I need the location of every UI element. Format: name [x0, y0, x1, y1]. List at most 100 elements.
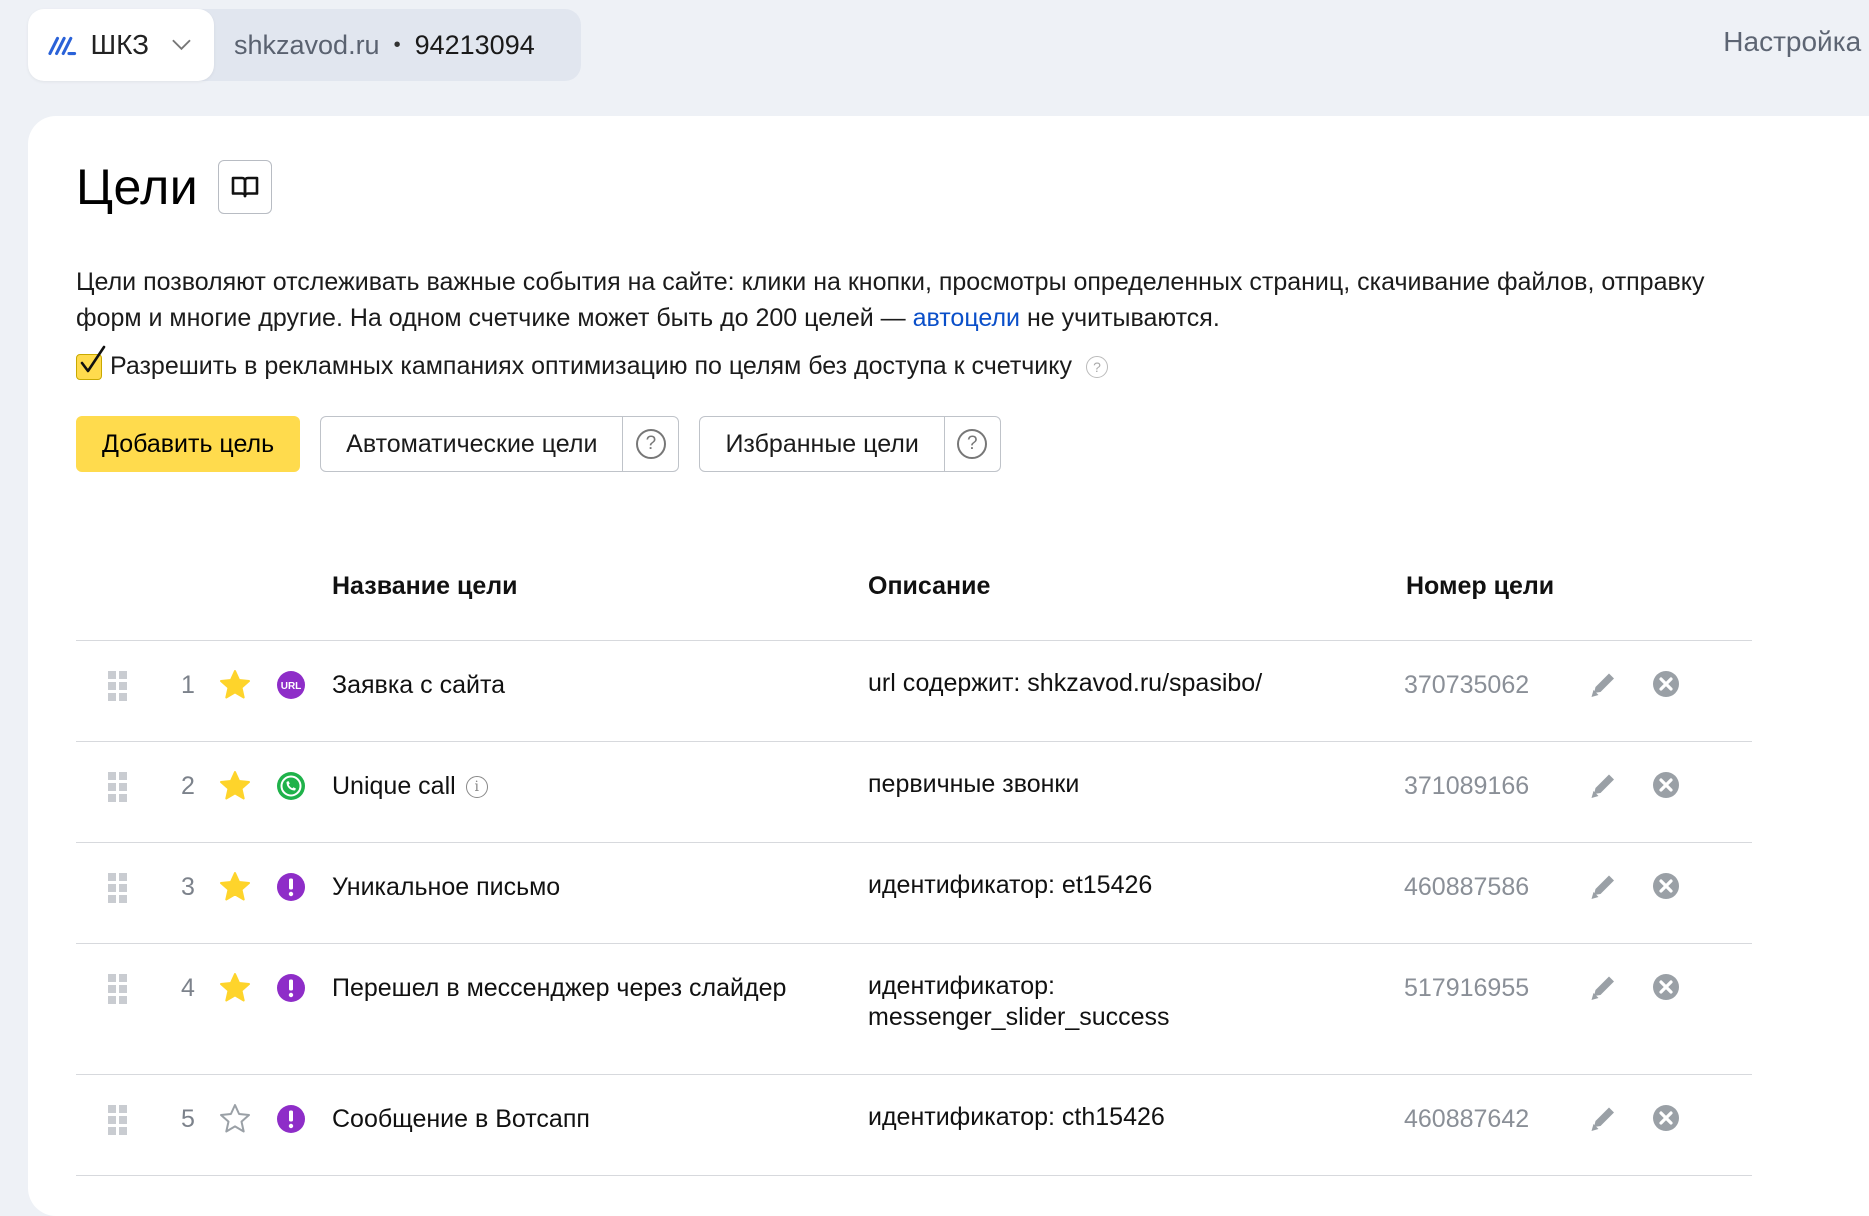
remove-icon: [1653, 772, 1679, 798]
page-title: Цели: [76, 159, 199, 215]
account-settings-link[interactable]: Настройка акк: [1723, 26, 1869, 58]
table-body: 1 URL Заявка с сайта url содержит: shkzavod…: [76, 641, 1752, 1176]
pencil-icon: [1591, 976, 1614, 1000]
info-icon[interactable]: i: [465, 775, 488, 798]
auto-goals-help-button[interactable]: ?: [622, 417, 678, 471]
row-index: 1: [181, 671, 195, 699]
edit-goal-button[interactable]: [1588, 669, 1618, 704]
auto-goals-button[interactable]: Автоматические цели: [321, 417, 622, 471]
table-row[interactable]: 1 URL Заявка с сайта url содержит: shkzavod…: [76, 641, 1752, 742]
drag-handle-icon: [108, 974, 127, 1004]
auto-goals-group: Автоматические цели ?: [320, 416, 680, 472]
favorite-goals-button[interactable]: Избранные цели: [700, 417, 943, 471]
goal-type-indicator: [276, 872, 306, 907]
goal-description: идентификатор: cth15426: [868, 1103, 1165, 1131]
favorite-toggle[interactable]: [219, 669, 251, 706]
site-info: shkzavod.ru • 94213094: [214, 9, 581, 81]
exclamation-icon: [277, 974, 305, 1002]
row-index: 5: [181, 1105, 195, 1133]
drag-handle[interactable]: [108, 974, 127, 1009]
remove-icon: [1653, 974, 1679, 1000]
remove-icon: [1653, 873, 1679, 899]
optimization-checkbox-label[interactable]: Разрешить в рекламных кампаниях оптимиза…: [110, 352, 1072, 381]
goal-description: url содержит: shkzavod.ru/spasibo/: [868, 669, 1263, 697]
help-icon[interactable]: ?: [1086, 355, 1108, 378]
goal-description: первичные звонки: [868, 770, 1080, 798]
goal-id: 460887642: [1404, 1105, 1530, 1133]
page-header: Цели: [76, 158, 273, 216]
table-header: Название цели Описание Номер цели: [76, 540, 1752, 641]
drag-handle[interactable]: [108, 772, 127, 807]
optimization-option: Разрешить в рекламных кампаниях оптимиза…: [76, 345, 1108, 381]
pencil-icon: [1591, 673, 1614, 697]
side-handle: [28, 631, 32, 683]
pencil-icon: [1591, 774, 1614, 798]
drag-handle-icon: [108, 873, 127, 903]
question-icon: ?: [635, 429, 666, 459]
edit-goal-button[interactable]: [1588, 871, 1618, 906]
goal-id: 371089166: [1404, 772, 1530, 800]
delete-goal-button[interactable]: [1652, 670, 1680, 703]
goal-id: 517916955: [1404, 974, 1530, 1002]
main-card: Цели Цели позволяют отслеживать важные с…: [28, 116, 1869, 1216]
delete-goal-button[interactable]: [1652, 973, 1680, 1006]
goal-name: Unique call i: [332, 772, 488, 801]
edit-goal-button[interactable]: [1588, 972, 1618, 1007]
drag-handle[interactable]: [108, 1105, 127, 1140]
delete-goal-button[interactable]: [1652, 872, 1680, 905]
autogoals-link[interactable]: автоцели: [913, 304, 1020, 332]
separator: •: [393, 33, 401, 56]
drag-handle[interactable]: [108, 671, 127, 706]
svg-text:URL: URL: [281, 681, 302, 692]
remove-icon: [1653, 1105, 1679, 1131]
goal-name: Сообщение в Вотсапп: [332, 1105, 590, 1134]
chevron-down-icon: [172, 39, 191, 51]
table-row[interactable]: 5 Сообщение в Вотсапп идентификатор: cth15…: [76, 1075, 1752, 1176]
intro-text: Цели позволяют отслеживать важные событи…: [76, 264, 1716, 336]
goal-type-indicator: URL: [276, 670, 306, 705]
table-row[interactable]: 4 Перешел в мессенджер через слайдер идент…: [76, 944, 1752, 1075]
row-index: 3: [181, 873, 195, 901]
table-row[interactable]: 3 Уникальное письмо идентификатор: et15426…: [76, 843, 1752, 944]
optimization-checkbox[interactable]: [76, 345, 106, 380]
star-filled-icon: [220, 771, 250, 800]
goal-name-text: Заявка с сайта: [332, 671, 506, 699]
row-index: 2: [181, 772, 195, 800]
exclamation-icon: [277, 873, 305, 901]
exclamation-icon: [277, 1105, 305, 1133]
favorite-toggle[interactable]: [219, 871, 251, 908]
counter-name: ШКЗ: [90, 29, 150, 60]
metrica-logo-icon: [48, 36, 77, 56]
edit-goal-button[interactable]: [1588, 770, 1618, 805]
star-outline-icon: [220, 1104, 250, 1133]
goals-table: Название цели Описание Номер цели 1 URL За…: [76, 540, 1752, 1176]
column-header-number: Номер цели: [1406, 572, 1555, 600]
url-icon: URL: [277, 671, 305, 699]
edit-goal-button[interactable]: [1588, 1103, 1618, 1138]
star-filled-icon: [220, 872, 250, 901]
counter-selector[interactable]: ШКЗ: [28, 9, 214, 81]
drag-handle-icon: [108, 1105, 127, 1135]
book-icon: [231, 176, 259, 198]
add-goal-button[interactable]: Добавить цель: [76, 416, 301, 472]
goal-description: идентификатор: et15426: [868, 871, 1153, 899]
delete-goal-button[interactable]: [1652, 1104, 1680, 1137]
pencil-icon: [1591, 875, 1614, 899]
counter-switcher[interactable]: ШКЗ shkzavod.ru • 94213094: [28, 9, 581, 81]
favorite-toggle[interactable]: [219, 972, 251, 1009]
intro-part-2: не учитываются.: [1020, 304, 1220, 332]
goal-name: Перешел в мессенджер через слайдер: [332, 974, 786, 1003]
action-buttons: Добавить цель Автоматические цели ? Избр…: [76, 416, 1001, 472]
favorite-toggle[interactable]: [219, 1103, 251, 1140]
goal-name-text: Перешел в мессенджер через слайдер: [332, 974, 787, 1002]
remove-icon: [1653, 671, 1679, 697]
drag-handle[interactable]: [108, 873, 127, 908]
goal-name-text: Уникальное письмо: [332, 873, 561, 901]
goal-id: 460887586: [1404, 873, 1530, 901]
row-index: 4: [181, 974, 195, 1002]
favorite-toggle[interactable]: [219, 770, 251, 807]
delete-goal-button[interactable]: [1652, 771, 1680, 804]
documentation-button[interactable]: [218, 160, 273, 214]
table-row[interactable]: 2 Unique call i первичные звонки 371089166: [76, 742, 1752, 843]
favorite-goals-help-button[interactable]: ?: [943, 417, 1000, 471]
